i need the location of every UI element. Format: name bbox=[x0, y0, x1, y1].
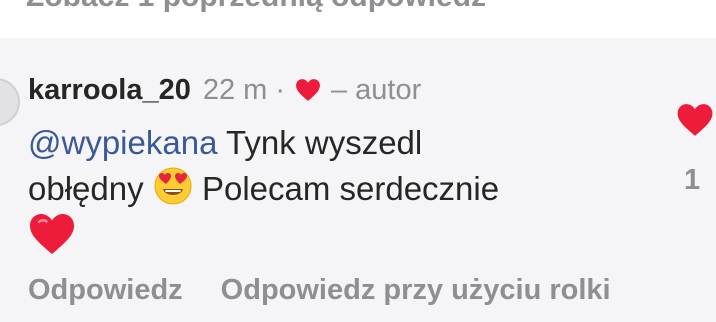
comment-text: @wypiekana Tynk wyszedl obłędny Polecam … bbox=[28, 120, 628, 262]
like-count[interactable]: 1 bbox=[684, 164, 700, 197]
like-heart-icon[interactable] bbox=[676, 102, 714, 138]
comment-text-line2a: obłędny bbox=[28, 170, 144, 207]
reel-reply-button[interactable]: Odpowiedz przy użyciu rolki bbox=[221, 274, 611, 306]
comment-actions: Odpowiedz Odpowiedz przy użyciu rolki bbox=[28, 274, 649, 307]
comment-header: karroola_20 22 m · – autor bbox=[28, 70, 421, 110]
previous-replies-strip: Zobacz 1 poprzednią odpowiedź bbox=[0, 0, 716, 38]
avatar[interactable] bbox=[0, 78, 20, 126]
heart-eyes-emoji bbox=[154, 167, 192, 205]
comment-text-line1: Tynk wyszedl bbox=[217, 124, 423, 161]
reply-button[interactable]: Odpowiedz bbox=[28, 274, 183, 306]
separator-dot: · bbox=[275, 73, 285, 106]
author-label: autor bbox=[355, 73, 422, 106]
mention-link[interactable]: @wypiekana bbox=[28, 124, 217, 161]
timestamp: 22 m bbox=[202, 73, 268, 106]
heart-icon bbox=[296, 79, 320, 101]
author-dash: – bbox=[330, 73, 348, 106]
comment: karroola_20 22 m · – autor @wypiekana Ty… bbox=[0, 38, 716, 322]
comments-view: Zobacz 1 poprzednią odpowiedź karroola_2… bbox=[0, 0, 716, 322]
username[interactable]: karroola_20 bbox=[28, 74, 191, 107]
red-heart-emoji bbox=[30, 214, 74, 254]
previous-replies-link[interactable]: Zobacz 1 poprzednią odpowiedź bbox=[26, 0, 486, 14]
comment-text-line2b: Polecam serdecznie bbox=[192, 170, 500, 207]
